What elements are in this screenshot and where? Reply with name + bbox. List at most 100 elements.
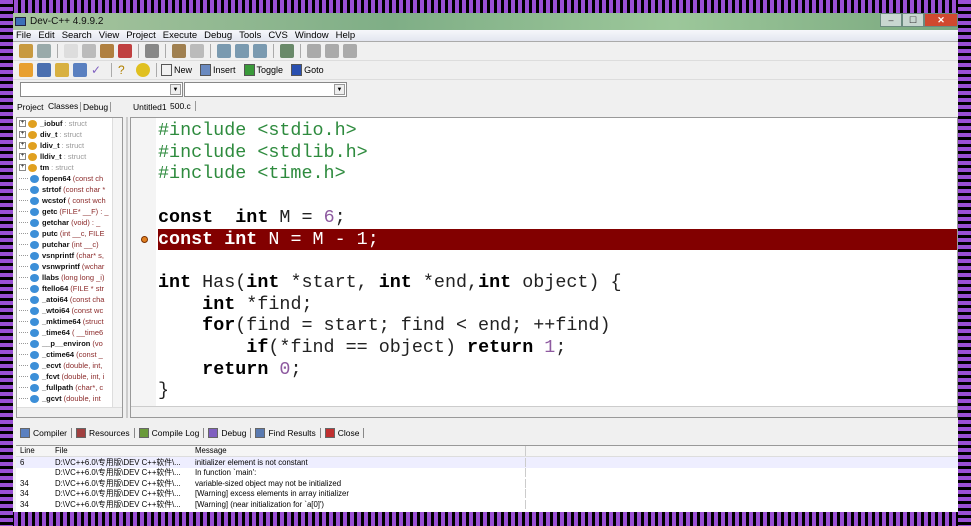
tree-item-lldivt[interactable]: + lldiv_t: struct <box>17 151 122 162</box>
menu-edit[interactable]: Edit <box>38 30 54 41</box>
close-button[interactable]: ✕ <box>924 13 958 27</box>
tree-item-divt[interactable]: + div_t: struct <box>17 129 122 140</box>
save-icon[interactable] <box>82 44 96 58</box>
tree-item-mktime64[interactable]: _mktime64 (struct <box>17 316 122 327</box>
tree-item-wcstof[interactable]: wcstof( const wch <box>17 195 122 206</box>
table-row[interactable]: 6 D:\VC++6.0\专用版\DEV C++软件\... initializer… <box>16 457 958 468</box>
menu-search[interactable]: Search <box>62 30 92 41</box>
new-button[interactable]: New <box>161 64 192 76</box>
tree-item-fopen64[interactable]: fopen64 (const ch <box>17 173 122 184</box>
menu-project[interactable]: Project <box>126 30 156 41</box>
code-line[interactable]: if(*find == object) return 1; <box>158 337 566 359</box>
goto-line-icon[interactable] <box>280 44 294 58</box>
menu-help[interactable]: Help <box>336 30 356 41</box>
close-file-icon[interactable] <box>118 44 132 58</box>
tree-item-ecvt[interactable]: _ecvt (double, int, <box>17 360 122 371</box>
code-line[interactable]: #include <stdio.h> <box>158 120 357 142</box>
tree-item-penviron[interactable]: __p__environ (vo <box>17 338 122 349</box>
tab-untitled1[interactable]: Untitled1 <box>133 102 167 112</box>
tab-close[interactable]: Close <box>321 428 365 438</box>
menu-debug[interactable]: Debug <box>204 30 232 41</box>
chevron-down-icon[interactable]: ▼ <box>334 84 345 95</box>
tree-item-vsnwprintf[interactable]: vsnwprintf (wchar <box>17 261 122 272</box>
bookmark-prev-icon[interactable] <box>307 44 321 58</box>
redo-icon[interactable] <box>190 44 204 58</box>
check-icon[interactable]: ✓ <box>91 63 105 77</box>
bookmark-next-icon[interactable] <box>325 44 339 58</box>
undo-icon[interactable] <box>172 44 186 58</box>
menu-cvs[interactable]: CVS <box>268 30 288 41</box>
code-editor[interactable]: #include <stdio.h> #include <stdlib.h> #in… <box>130 117 958 418</box>
open-icon[interactable] <box>37 44 51 58</box>
table-row[interactable]: 34 D:\VC++6.0\专用版\DEV C++软件\... [Warning] … <box>16 489 958 500</box>
tree-item-fullpath[interactable]: _fullpath (char*, c <box>17 382 122 393</box>
tab-compiler[interactable]: Compiler <box>16 428 73 438</box>
editor-horizontal-scrollbar[interactable] <box>131 406 957 417</box>
expand-icon[interactable]: + <box>19 164 26 171</box>
new-file-icon[interactable] <box>64 44 78 58</box>
bookmark-icon[interactable] <box>343 44 357 58</box>
tree-item-ctime64[interactable]: _ctime64 (const _ <box>17 349 122 360</box>
tree-item-time64[interactable]: _time64( __time6 <box>17 327 122 338</box>
tab-find-results[interactable]: Find Results <box>251 428 321 438</box>
tree-item-atoi64[interactable]: _atoi64 (const cha <box>17 294 122 305</box>
code-line[interactable]: } <box>158 380 169 402</box>
highlighted-code-line[interactable]: const int N = M - 1; <box>158 228 957 251</box>
tree-item-gcvt[interactable]: _gcvt (double, int <box>17 393 122 404</box>
find-icon[interactable] <box>217 44 231 58</box>
replace-icon[interactable] <box>235 44 249 58</box>
window-icon[interactable] <box>37 63 51 77</box>
minimize-button[interactable]: – <box>880 13 902 27</box>
tree-item-strtof[interactable]: strtof (const char * <box>17 184 122 195</box>
table-row[interactable]: D:\VC++6.0\专用版\DEV C++软件\... In function … <box>16 468 958 479</box>
about-icon[interactable] <box>136 63 150 77</box>
chevron-down-icon[interactable]: ▼ <box>170 84 181 95</box>
class-select[interactable]: ▼ <box>20 82 183 97</box>
project-icon[interactable] <box>19 44 33 58</box>
menu-tools[interactable]: Tools <box>239 30 261 41</box>
save-all-icon[interactable] <box>100 44 114 58</box>
editor-gutter[interactable] <box>131 118 156 407</box>
expand-icon[interactable]: + <box>19 142 26 149</box>
tree-item-ldivt[interactable]: + ldiv_t: struct <box>17 140 122 151</box>
tree-item-llabs[interactable]: llabs (long long _i) <box>17 272 122 283</box>
member-select[interactable]: ▼ <box>184 82 347 97</box>
code-line[interactable]: int *find; <box>158 294 312 316</box>
code-line[interactable]: #include <stdlib.h> <box>158 142 368 164</box>
header-line[interactable]: Line <box>16 446 51 456</box>
class-browser-icon[interactable] <box>19 63 33 77</box>
breakpoint-icon[interactable] <box>141 235 148 243</box>
insert-button[interactable]: Insert <box>200 64 236 76</box>
grid-icon[interactable] <box>55 63 69 77</box>
tree-item-vsnprintf[interactable]: vsnprintf (char* s, <box>17 250 122 261</box>
tree-horizontal-scrollbar[interactable] <box>17 407 122 417</box>
tree-vertical-scrollbar[interactable] <box>112 118 122 407</box>
expand-icon[interactable]: + <box>19 153 26 160</box>
tree-item-wtoi64[interactable]: _wtoi64 (const wc <box>17 305 122 316</box>
header-file[interactable]: File <box>51 446 191 456</box>
code-line[interactable]: #include <time.h> <box>158 163 346 185</box>
tree-item-ftello64[interactable]: ftello64 (FILE * str <box>17 283 122 294</box>
menu-window[interactable]: Window <box>295 30 329 41</box>
splitter[interactable] <box>126 117 128 418</box>
code-line[interactable]: int Has(int *start, int *end,int object)… <box>158 272 622 294</box>
tree-item-putchar[interactable]: putchar (int __c) <box>17 239 122 250</box>
tab-500c[interactable]: 500.c <box>170 101 196 111</box>
table-row[interactable]: 34 D:\VC++6.0\专用版\DEV C++软件\... variable-s… <box>16 478 958 489</box>
code-line[interactable]: for(find = start; find < end; ++find) <box>158 315 610 337</box>
menu-file[interactable]: File <box>16 30 31 41</box>
table-row[interactable]: 34 D:\VC++6.0\专用版\DEV C++软件\... [Warning] … <box>16 499 958 510</box>
tree-item-tm[interactable]: + tm: struct <box>17 162 122 173</box>
layout-icon[interactable] <box>73 63 87 77</box>
find-next-icon[interactable] <box>253 44 267 58</box>
expand-icon[interactable]: + <box>19 131 26 138</box>
tab-project[interactable]: Project <box>17 102 43 112</box>
print-icon[interactable] <box>145 44 159 58</box>
tree-item-getc[interactable]: getc (FILE* __F) : _ <box>17 206 122 217</box>
help-icon[interactable]: ? <box>118 63 132 77</box>
goto-button[interactable]: Goto <box>291 64 324 76</box>
menu-execute[interactable]: Execute <box>163 30 197 41</box>
header-message[interactable]: Message <box>191 446 526 456</box>
tab-resources[interactable]: Resources <box>72 428 135 438</box>
code-line[interactable]: const int M = 6; <box>158 207 346 229</box>
